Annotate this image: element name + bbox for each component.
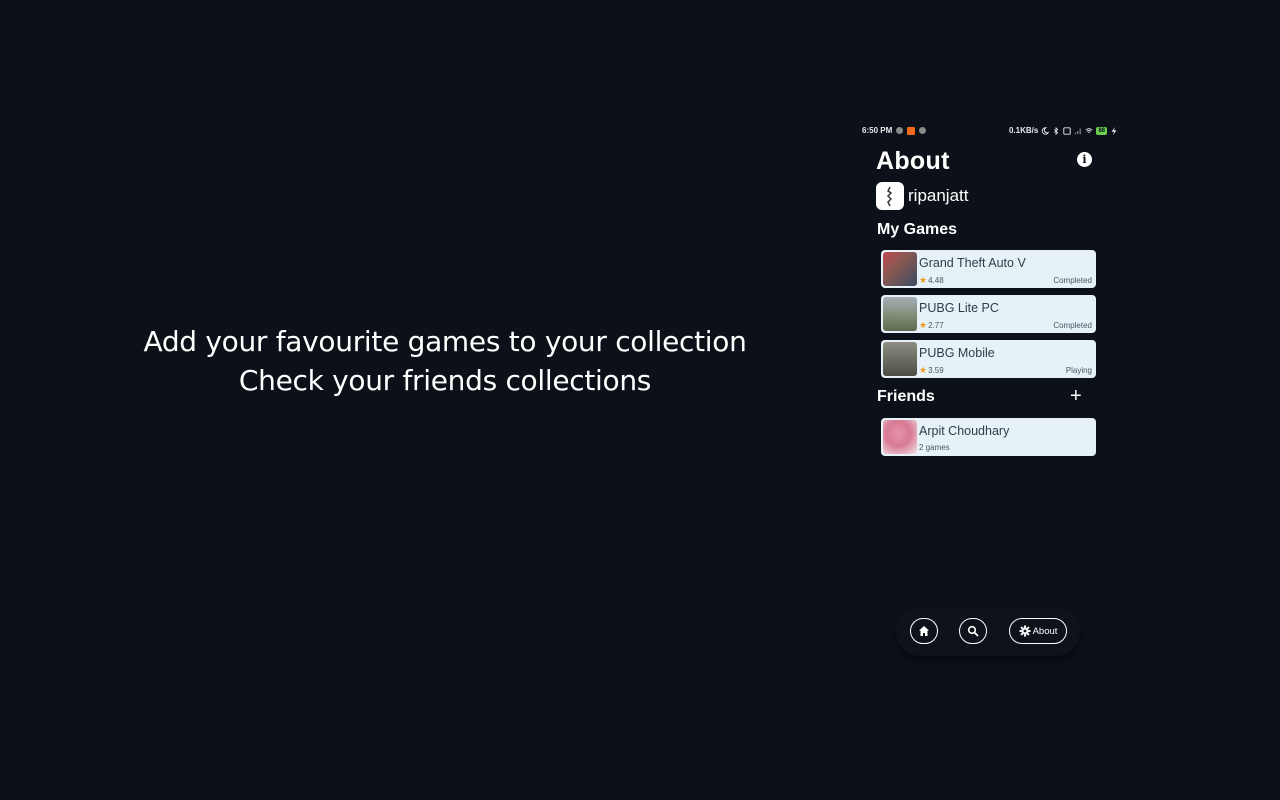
game-thumbnail (883, 252, 917, 286)
bluetooth-icon (1054, 126, 1059, 135)
game-name: Grand Theft Auto V (919, 256, 1026, 270)
game-card[interactable]: PUBG Lite PC ★ 2.77 Completed (881, 295, 1096, 333)
my-games-heading: My Games (877, 221, 958, 238)
plus-icon[interactable]: + (1070, 386, 1082, 406)
game-status: Completed (1053, 321, 1092, 330)
phone-screen: 6:50 PM 0.1KB/s 88 About i ripanjatt My … (856, 122, 1122, 662)
home-button[interactable] (910, 618, 938, 644)
star-icon: ★ (919, 275, 928, 285)
search-icon (967, 625, 979, 637)
friends-heading: Friends (877, 388, 935, 405)
game-thumbnail (883, 297, 917, 331)
promo-text: Add your favourite games to your collect… (100, 322, 790, 400)
game-rating: ★ 4.48 (919, 275, 944, 285)
sim-icon (1063, 126, 1071, 135)
gear-icon (1019, 625, 1031, 637)
moon-icon (1042, 126, 1050, 135)
game-card[interactable]: PUBG Mobile ★ 3.59 Playing (881, 340, 1096, 378)
promo-line-2: Check your friends collections (238, 364, 652, 397)
search-button[interactable] (959, 618, 987, 644)
game-card[interactable]: Grand Theft Auto V ★ 4.48 Completed (881, 250, 1096, 288)
signal-icon (1075, 128, 1082, 134)
wifi-icon (1085, 127, 1093, 133)
friend-card[interactable]: Arpit Choudhary 2 games (881, 418, 1096, 456)
charging-icon (1111, 126, 1117, 135)
game-rating: ★ 3.59 (919, 365, 944, 375)
battery-icon: 88 (1096, 126, 1107, 135)
friend-name: Arpit Choudhary (919, 424, 1010, 438)
star-icon: ★ (919, 320, 928, 330)
game-rating: ★ 2.77 (919, 320, 944, 330)
star-icon: ★ (919, 365, 928, 375)
status-bar: 6:50 PM 0.1KB/s 88 (862, 126, 1118, 138)
username: ripanjatt (908, 186, 969, 205)
network-speed: 0.1KB/s (1008, 126, 1039, 135)
notification-icon (919, 127, 927, 134)
info-icon[interactable]: i (1077, 152, 1092, 167)
game-status: Playing (1065, 366, 1092, 375)
status-time: 6:50 PM (862, 126, 893, 135)
bottom-nav: About (896, 606, 1080, 656)
game-name: PUBG Mobile (919, 346, 995, 360)
game-status: Completed (1053, 276, 1092, 285)
avatar (876, 182, 904, 210)
friend-game-count: 2 games (919, 443, 950, 452)
promo-line-1: Add your favourite games to your collect… (143, 325, 747, 358)
game-thumbnail (883, 342, 917, 376)
user-profile: ripanjatt (876, 182, 968, 210)
friend-avatar (883, 420, 917, 454)
app-notification-icon (907, 126, 916, 135)
about-label: About (1032, 625, 1058, 637)
home-icon (919, 626, 929, 636)
page-title: About (876, 147, 950, 175)
about-button[interactable]: About (1009, 618, 1067, 644)
notification-icon (896, 127, 904, 134)
game-name: PUBG Lite PC (919, 301, 999, 315)
